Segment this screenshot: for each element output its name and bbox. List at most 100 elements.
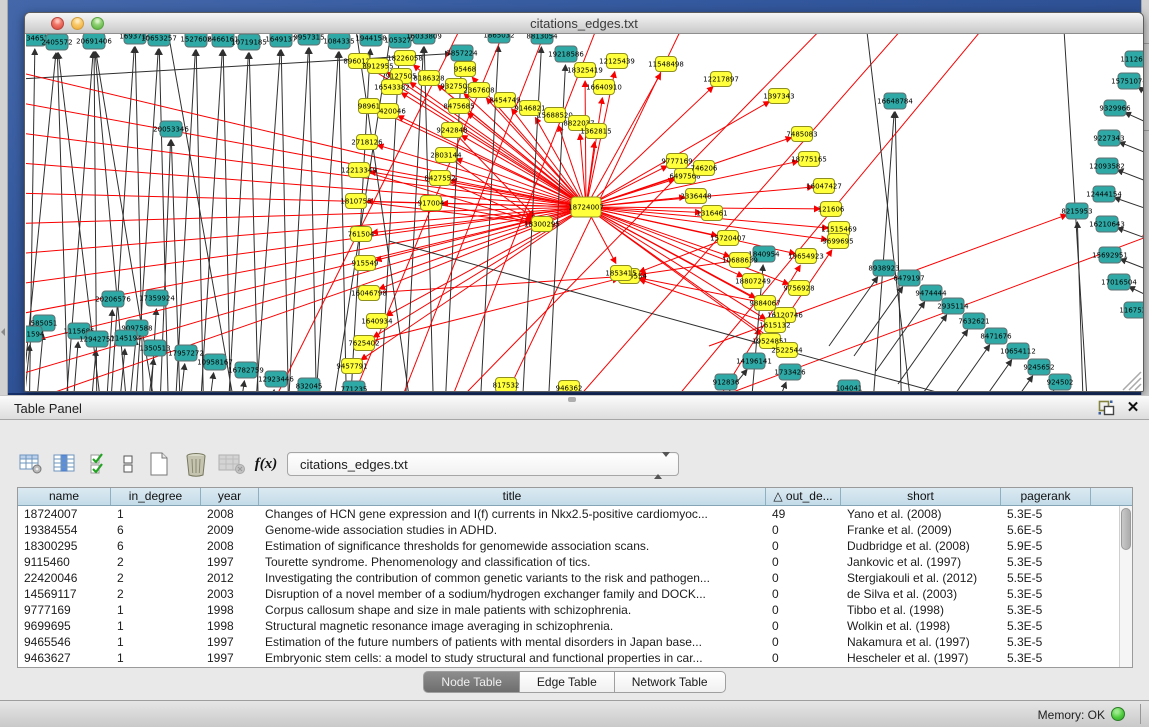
network-edge[interactable] [281, 50, 289, 392]
table-cell[interactable]: 1997 [201, 650, 259, 666]
network-edge[interactable] [223, 50, 231, 392]
table-cell[interactable]: Nakamura et al. (1997) [841, 634, 1001, 650]
table-cell[interactable]: 5.3E-5 [1001, 506, 1091, 522]
table-cell[interactable]: 5.3E-5 [1001, 602, 1091, 618]
table-row[interactable]: 911546021997Tourette syndrome. Phenomeno… [18, 554, 1119, 570]
table-cell[interactable]: Tibbo et al. (1998) [841, 602, 1001, 618]
table-row[interactable]: 977716911998Corpus callosum shape and si… [18, 602, 1119, 618]
table-cell[interactable] [1091, 554, 1119, 570]
table-cell[interactable]: 5.3E-5 [1001, 618, 1091, 634]
table-scrollbar[interactable] [1119, 506, 1132, 667]
network-view-window[interactable]: citations_edges.txt 93465124055722069140… [24, 12, 1144, 392]
table-cell[interactable]: Changes of HCN gene expression and I(f) … [259, 506, 766, 522]
table-cell[interactable] [1091, 538, 1119, 554]
network-edge[interactable] [895, 112, 902, 392]
network-edge[interactable] [1129, 287, 1144, 301]
table-cell[interactable]: 2009 [201, 522, 259, 538]
table-cell[interactable]: Genome-wide association studies in ADHD. [259, 522, 766, 538]
network-edge[interactable] [1138, 87, 1144, 101]
table-cell[interactable] [1091, 634, 1119, 650]
table-cell[interactable]: Stergiakouli et al. (2012) [841, 570, 1001, 586]
table-cell[interactable]: 19384554 [18, 522, 111, 538]
table-cell[interactable]: 0 [766, 650, 841, 666]
table-cell[interactable] [1091, 522, 1119, 538]
network-edge[interactable] [227, 53, 248, 392]
table-cell[interactable]: 1998 [201, 602, 259, 618]
network-edge[interactable] [364, 279, 618, 343]
table-cell[interactable]: Estimation of the future numbers of pati… [259, 634, 766, 650]
network-edge[interactable] [1119, 142, 1144, 158]
table-cell[interactable]: 1 [111, 506, 201, 522]
table-cell[interactable]: Estimation of significance thresholds fo… [259, 538, 766, 554]
table-row[interactable]: 946554611997Estimation of the future num… [18, 634, 1119, 650]
table-cell[interactable] [1091, 570, 1119, 586]
table-cell[interactable]: 1 [111, 634, 201, 650]
table-row[interactable]: 2242004622012Investigating the contribut… [18, 570, 1119, 586]
table-cell[interactable]: 5.6E-5 [1001, 522, 1091, 538]
network-edge[interactable] [1117, 228, 1144, 243]
network-edge[interactable] [898, 315, 947, 384]
network-edge[interactable] [309, 48, 317, 392]
table-cell[interactable]: 5.5E-5 [1001, 570, 1091, 586]
table-cell[interactable]: 1998 [201, 618, 259, 634]
table-cell[interactable]: 2008 [201, 506, 259, 522]
table-cell[interactable]: 9465546 [18, 634, 111, 650]
table-cell[interactable]: 18724007 [18, 506, 111, 522]
table-cell[interactable]: 0 [766, 570, 841, 586]
table-cell[interactable]: Wolkin et al. (1998) [841, 618, 1001, 634]
float-panel-button[interactable] [1098, 400, 1116, 416]
panel-drag-handle[interactable] [568, 397, 576, 402]
table-cell[interactable]: 22420046 [18, 570, 111, 586]
network-edge[interactable] [1117, 170, 1144, 186]
table-cell[interactable]: 1997 [201, 634, 259, 650]
table-cell[interactable]: 9463627 [18, 650, 111, 666]
table-cell[interactable]: 49 [766, 506, 841, 522]
column-header-year[interactable]: year [201, 488, 259, 505]
network-edge[interactable] [1077, 222, 1084, 392]
table-cell[interactable]: 0 [766, 586, 841, 602]
table-cell[interactable]: Structural magnetic resonance image aver… [259, 618, 766, 634]
table-cell[interactable]: Hescheler et al. (1997) [841, 650, 1001, 666]
network-window-titlebar[interactable]: citations_edges.txt [25, 13, 1143, 34]
network-canvas[interactable]: 9346512405572206914061693714106532571527… [26, 34, 1144, 392]
close-panel-button[interactable]: ✕ [1124, 398, 1142, 418]
table-cell[interactable]: 2 [111, 554, 201, 570]
table-cell[interactable]: 2 [111, 586, 201, 602]
control-panel-collapsed-strip[interactable] [0, 0, 8, 395]
network-edge[interactable] [941, 345, 990, 392]
network-edge[interactable] [254, 50, 280, 392]
table-cell[interactable]: 2 [111, 570, 201, 586]
table-cell[interactable]: 1 [111, 602, 201, 618]
network-edge[interactable] [1125, 113, 1144, 128]
table-cell[interactable]: 14569117 [18, 586, 111, 602]
network-edge[interactable] [767, 382, 786, 392]
table-cell[interactable]: 5.3E-5 [1001, 650, 1091, 666]
window-resize-grip[interactable] [1123, 372, 1141, 390]
table-cell[interactable]: 18300295 [18, 538, 111, 554]
network-edge[interactable] [267, 390, 274, 392]
network-edge[interactable] [287, 48, 308, 392]
network-edge[interactable] [206, 373, 214, 392]
table-cell[interactable]: 6 [111, 538, 201, 554]
table-cell[interactable]: 9777169 [18, 602, 111, 618]
column-header-spacer[interactable] [1091, 488, 1121, 505]
column-header-in_degree[interactable]: in_degree [111, 488, 201, 505]
scrollbar-thumb[interactable] [1121, 508, 1131, 550]
table-row[interactable]: 946362711997Embryonic stem cells: a mode… [18, 650, 1119, 666]
selection-mode-icon[interactable] [88, 449, 112, 479]
table-cell[interactable] [1091, 586, 1119, 602]
table-cell[interactable]: 0 [766, 538, 841, 554]
column-header-out_de[interactable]: △ out_de... [766, 488, 841, 505]
network-edge[interactable] [1120, 259, 1144, 274]
table-cell[interactable]: Dudbridge et al. (2008) [841, 538, 1001, 554]
table-cell[interactable]: 9115460 [18, 554, 111, 570]
table-cell[interactable]: 5.3E-5 [1001, 554, 1091, 570]
table-cell[interactable]: Investigating the contribution of common… [259, 570, 766, 586]
table-cell[interactable]: Tourette syndrome. Phenomenology and cla… [259, 554, 766, 570]
network-edge[interactable] [963, 360, 1012, 392]
table-cell[interactable]: 5.9E-5 [1001, 538, 1091, 554]
network-edge[interactable] [861, 34, 914, 392]
memory-ok-indicator-icon[interactable] [1111, 707, 1125, 721]
table-cell[interactable]: Yano et al. (2008) [841, 506, 1001, 522]
table-cell[interactable] [1091, 506, 1119, 522]
